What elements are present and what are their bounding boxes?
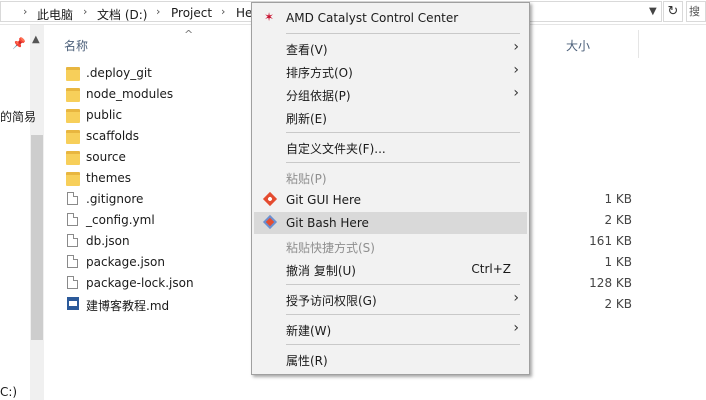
menu-item-label: 自定义文件夹(F)... [286,142,386,156]
menu-item-paste[interactable]: 粘贴(P) [254,166,527,188]
nav-item-drive-c[interactable]: C:) [0,385,17,399]
menu-item-label: 新建(W) [286,324,332,338]
chevron-right-icon: › [513,290,519,306]
menu-item-label: 撤消 复制(U) [286,264,356,278]
menu-item-label: 排序方式(O) [286,66,353,80]
navigation-pane: 📌 ▲ 的简易 C:) [0,25,44,400]
column-divider[interactable] [638,30,639,58]
folder-icon [66,130,80,144]
chevron-right-icon: › [513,39,519,55]
menu-item-customize-folder[interactable]: 自定义文件夹(F)... [254,136,527,158]
column-size-header[interactable]: 大小 [566,37,590,54]
file-name: .gitignore [86,192,144,206]
folder-icon [66,151,80,165]
file-size: 2 KB [604,297,632,311]
menu-item-label: 刷新(E) [286,112,327,126]
nav-scrollbar-thumb[interactable] [31,135,43,340]
menu-item-refresh[interactable]: 刷新(E) [254,106,527,128]
menu-separator [286,344,520,345]
folder-icon [66,172,80,186]
menu-item-label: 查看(V) [286,43,328,57]
file-name: package-lock.json [86,276,194,290]
breadcrumb-separator: › [23,5,28,18]
menu-item-label: 授予访问权限(G) [286,294,377,308]
file-name: 建博客教程.md [86,299,170,313]
file-icon [67,213,78,226]
menu-item-label: 粘贴(P) [286,172,327,186]
file-icon [67,255,78,268]
sort-ascending-icon: ^ [184,28,194,41]
file-size: 161 KB [589,234,632,248]
menu-item-label: 粘贴快捷方式(S) [286,241,375,255]
git-bash-icon [262,214,278,230]
menu-separator [286,314,520,315]
menu-item-git-bash[interactable]: Git Bash Here [254,212,527,234]
file-name: node_modules [86,87,174,101]
file-size: 1 KB [604,255,632,269]
menu-item-amd-catalyst[interactable]: ✶ AMD Catalyst Control Center [254,7,527,29]
shortcut-label: Ctrl+Z [471,262,511,276]
file-name: db.json [86,234,130,248]
search-input[interactable]: 搜 [686,1,706,22]
folder-icon [66,88,80,102]
file-name: _config.yml [86,213,155,227]
file-icon [67,276,78,289]
pin-icon: 📌 [12,37,26,50]
menu-separator [286,162,520,163]
nav-item-quick-access[interactable]: 的简易 [0,108,36,125]
scroll-up-icon[interactable]: ▲ [32,34,40,45]
file-name: .deploy_git [86,66,152,80]
context-menu: ✶ AMD Catalyst Control Center 查看(V) › 排序… [251,2,530,375]
menu-item-git-gui[interactable]: Git GUI Here [254,189,527,211]
breadcrumb-separator: › [156,5,161,18]
breadcrumb-separator: › [83,5,88,18]
file-name: scaffolds [86,129,140,143]
file-icon [67,234,78,247]
menu-separator [286,132,520,133]
menu-item-label: 分组依据(P) [286,89,351,103]
file-name: source [86,150,126,164]
menu-item-properties[interactable]: 属性(R) [254,348,527,370]
menu-item-view[interactable]: 查看(V) › [254,37,527,59]
menu-item-label: Git GUI Here [286,193,362,207]
chevron-right-icon: › [513,62,519,78]
git-icon [262,191,278,207]
file-size: 128 KB [589,276,632,290]
breadcrumb-separator: › [221,5,226,18]
address-dropdown-icon[interactable]: ▼ [649,6,657,17]
markdown-file-icon [67,297,79,310]
file-name: themes [86,171,132,185]
menu-item-paste-shortcut[interactable]: 粘贴快捷方式(S) [254,235,527,257]
menu-item-group[interactable]: 分组依据(P) › [254,83,527,105]
folder-icon [66,67,80,81]
breadcrumb-this-pc[interactable]: 此电脑 [37,6,73,23]
chevron-right-icon: › [513,320,519,336]
amd-icon: ✶ [264,10,275,24]
folder-icon [66,109,80,123]
menu-item-sort[interactable]: 排序方式(O) › [254,60,527,82]
file-size: 1 KB [604,192,632,206]
menu-item-new[interactable]: 新建(W) › [254,318,527,340]
breadcrumb-documents-drive[interactable]: 文档 (D:) [97,6,147,23]
column-name-header[interactable]: 名称 [64,37,88,54]
breadcrumb-current[interactable]: He [236,6,252,20]
menu-item-grant-access[interactable]: 授予访问权限(G) › [254,288,527,310]
menu-item-label: Git Bash Here [286,216,369,230]
menu-item-undo-copy[interactable]: 撤消 复制(U) Ctrl+Z [254,258,527,280]
file-name: public [86,108,123,122]
chevron-right-icon: › [513,85,519,101]
menu-item-label: 属性(R) [286,354,328,368]
file-size: 2 KB [604,213,632,227]
refresh-icon[interactable]: ↻ [663,1,683,22]
file-icon [67,192,78,205]
breadcrumb-project[interactable]: Project [171,6,212,20]
menu-item-label: AMD Catalyst Control Center [286,11,459,25]
menu-separator [286,284,520,285]
file-name: package.json [86,255,166,269]
menu-separator [286,33,520,34]
